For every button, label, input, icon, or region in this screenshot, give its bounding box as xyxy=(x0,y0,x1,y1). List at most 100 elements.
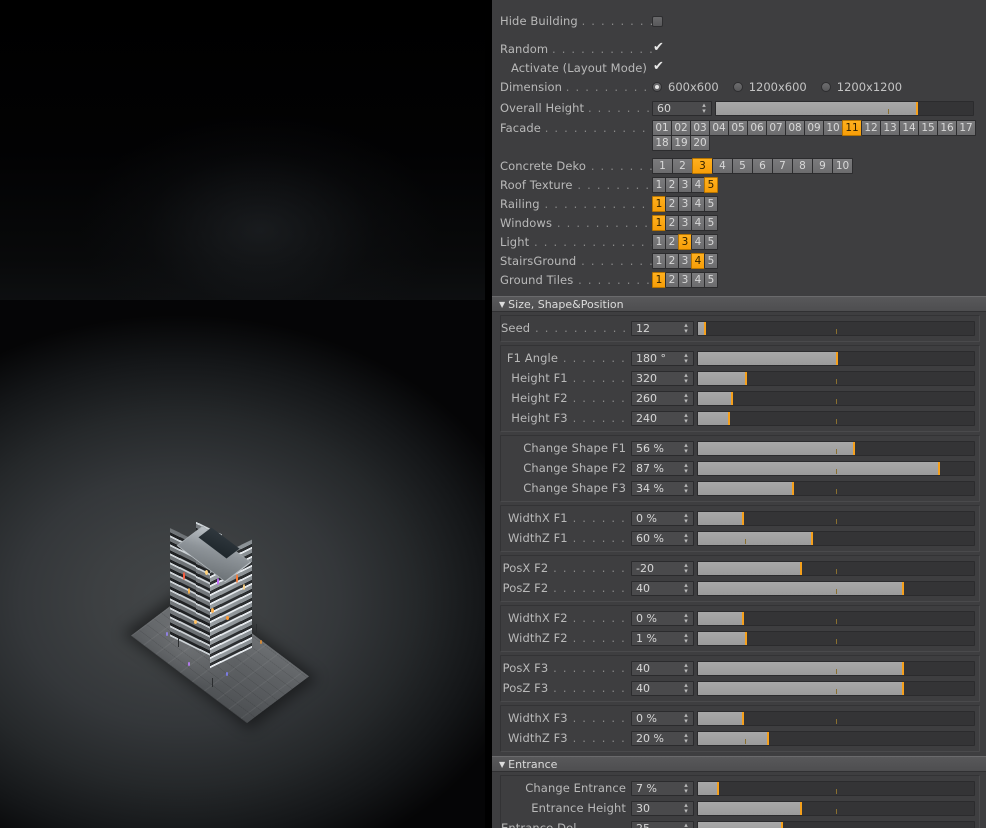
facade-button-11[interactable]: 11 xyxy=(842,120,862,136)
swatch-button-7[interactable]: 7 xyxy=(772,158,793,174)
spinner-icon[interactable]: ▴▾ xyxy=(681,322,693,335)
spinner-icon[interactable]: ▴▾ xyxy=(699,102,711,115)
parameter-slider[interactable] xyxy=(697,630,975,646)
facade-button-03[interactable]: 03 xyxy=(690,120,710,136)
facade-button-19[interactable]: 19 xyxy=(671,135,691,151)
swatch-button-1[interactable]: 1 xyxy=(652,253,666,269)
parameter-value-field[interactable]: 40 ▴ ▾ xyxy=(631,580,694,596)
spinner-icon[interactable]: ▴▾ xyxy=(681,562,693,575)
swatch-button-1[interactable]: 1 xyxy=(652,196,666,212)
swatch-button-group[interactable]: 12345 xyxy=(652,234,718,250)
facade-button-09[interactable]: 09 xyxy=(804,120,824,136)
dimension-radio-600x600[interactable] xyxy=(652,81,662,92)
facade-button-08[interactable]: 08 xyxy=(785,120,805,136)
swatch-button-2[interactable]: 2 xyxy=(665,215,679,231)
swatch-button-4[interactable]: 4 xyxy=(691,215,705,231)
slider-handle[interactable] xyxy=(717,781,720,795)
facade-button-05[interactable]: 05 xyxy=(728,120,748,136)
parameter-value-field[interactable]: 34 % ▴ ▾ xyxy=(631,480,694,496)
slider-handle[interactable] xyxy=(742,711,745,725)
swatch-button-group[interactable]: 12345 xyxy=(652,177,718,193)
slider-handle[interactable] xyxy=(742,611,745,625)
parameter-value-field[interactable]: 240 ▴ ▾ xyxy=(631,410,694,426)
slider-handle[interactable] xyxy=(767,731,769,745)
facade-button-06[interactable]: 06 xyxy=(747,120,767,136)
swatch-button-1[interactable]: 1 xyxy=(652,272,666,288)
parameter-slider[interactable] xyxy=(697,390,975,406)
parameter-value-field[interactable]: 25 ▴▾ xyxy=(631,820,694,828)
parameter-slider[interactable] xyxy=(697,460,975,476)
slider-handle[interactable] xyxy=(744,631,747,645)
swatch-button-group[interactable]: 12345 xyxy=(652,215,718,231)
slider-handle[interactable] xyxy=(742,511,745,525)
slider-handle[interactable] xyxy=(703,321,706,335)
facade-button-group[interactable]: 01 02 03 04 05 06 07 08 09 10 11 12 13 14 15 16 17 18 19 20 xyxy=(652,120,978,151)
hide-building-checkbox[interactable] xyxy=(652,15,663,27)
parameter-value-field[interactable]: 0 % ▴ ▾ xyxy=(631,610,694,626)
parameter-slider[interactable] xyxy=(697,480,975,496)
parameter-slider[interactable] xyxy=(697,780,975,796)
swatch-button-5[interactable]: 5 xyxy=(704,177,718,193)
chevron-down-icon[interactable]: ▼ xyxy=(499,297,505,312)
slider-handle[interactable] xyxy=(938,461,941,475)
swatch-button-2[interactable]: 2 xyxy=(665,196,679,212)
parameter-value-field[interactable]: 0 % ▴ ▾ xyxy=(631,710,694,726)
parameter-slider[interactable] xyxy=(697,440,975,456)
slider-handle[interactable] xyxy=(744,371,747,385)
parameter-slider[interactable] xyxy=(697,530,975,546)
swatch-button-3[interactable]: 3 xyxy=(692,158,713,174)
facade-button-15[interactable]: 15 xyxy=(918,120,938,136)
facade-button-04[interactable]: 04 xyxy=(709,120,729,136)
swatch-button-4[interactable]: 4 xyxy=(712,158,733,174)
facade-button-13[interactable]: 13 xyxy=(880,120,900,136)
dimension-radio-group[interactable]: 600x600 1200x600 1200x1200 xyxy=(652,80,916,94)
spinner-icon[interactable]: ▴▾ xyxy=(681,802,693,815)
parameter-value-field[interactable]: 180 ° ▴ ▾ xyxy=(631,350,694,366)
swatch-button-2[interactable]: 2 xyxy=(665,253,679,269)
swatch-button-group[interactable]: 12345 xyxy=(652,253,718,269)
swatch-button-3[interactable]: 3 xyxy=(678,253,692,269)
spinner-icon[interactable]: ▴▾ xyxy=(681,582,693,595)
swatch-button-5[interactable]: 5 xyxy=(704,272,718,288)
parameter-value-field[interactable]: 1 % ▴ ▾ xyxy=(631,630,694,646)
parameter-slider[interactable] xyxy=(697,560,975,576)
spinner-icon[interactable]: ▴▾ xyxy=(681,392,693,405)
swatch-button-2[interactable]: 2 xyxy=(665,177,679,193)
spinner-icon[interactable]: ▴▾ xyxy=(681,412,693,425)
facade-button-20[interactable]: 20 xyxy=(690,135,710,151)
facade-button-02[interactable]: 02 xyxy=(671,120,691,136)
swatch-button-5[interactable]: 5 xyxy=(704,234,718,250)
swatch-button-10[interactable]: 10 xyxy=(832,158,853,174)
spinner-icon[interactable]: ▴▾ xyxy=(681,662,693,675)
parameter-slider[interactable] xyxy=(697,350,975,366)
overall-height-slider[interactable] xyxy=(715,100,974,116)
parameter-slider[interactable] xyxy=(697,510,975,526)
slider-handle[interactable] xyxy=(791,481,794,495)
swatch-button-5[interactable]: 5 xyxy=(704,253,718,269)
swatch-button-4[interactable]: 4 xyxy=(691,253,705,269)
spinner-icon[interactable]: ▴▾ xyxy=(681,462,693,475)
swatch-button-1[interactable]: 1 xyxy=(652,234,666,250)
slider-handle[interactable] xyxy=(902,661,905,675)
facade-button-14[interactable]: 14 xyxy=(899,120,919,136)
spinner-icon[interactable]: ▴▾ xyxy=(681,712,693,725)
facade-button-01[interactable]: 01 xyxy=(652,120,672,136)
slider-handle[interactable] xyxy=(800,801,803,815)
parameter-slider[interactable] xyxy=(697,680,975,696)
spinner-icon[interactable]: ▴▾ xyxy=(681,442,693,455)
swatch-button-5[interactable]: 5 xyxy=(704,215,718,231)
swatch-button-1[interactable]: 1 xyxy=(652,177,666,193)
activate-checkbox[interactable]: ✔ xyxy=(652,60,665,74)
parameter-slider[interactable] xyxy=(697,610,975,626)
parameter-value-field[interactable]: 40 ▴ ▾ xyxy=(631,660,694,676)
swatch-button-2[interactable]: 2 xyxy=(672,158,693,174)
swatch-button-9[interactable]: 9 xyxy=(812,158,833,174)
swatch-button-4[interactable]: 4 xyxy=(691,196,705,212)
slider-handle[interactable] xyxy=(902,581,905,595)
parameter-slider[interactable] xyxy=(697,730,975,746)
slider-handle[interactable] xyxy=(852,441,855,455)
spinner-icon[interactable]: ▴▾ xyxy=(681,782,693,795)
parameter-value-field[interactable]: 30 ▴ ▾ xyxy=(631,800,694,816)
parameter-slider[interactable] xyxy=(697,820,975,828)
building-model[interactable] xyxy=(130,512,348,724)
